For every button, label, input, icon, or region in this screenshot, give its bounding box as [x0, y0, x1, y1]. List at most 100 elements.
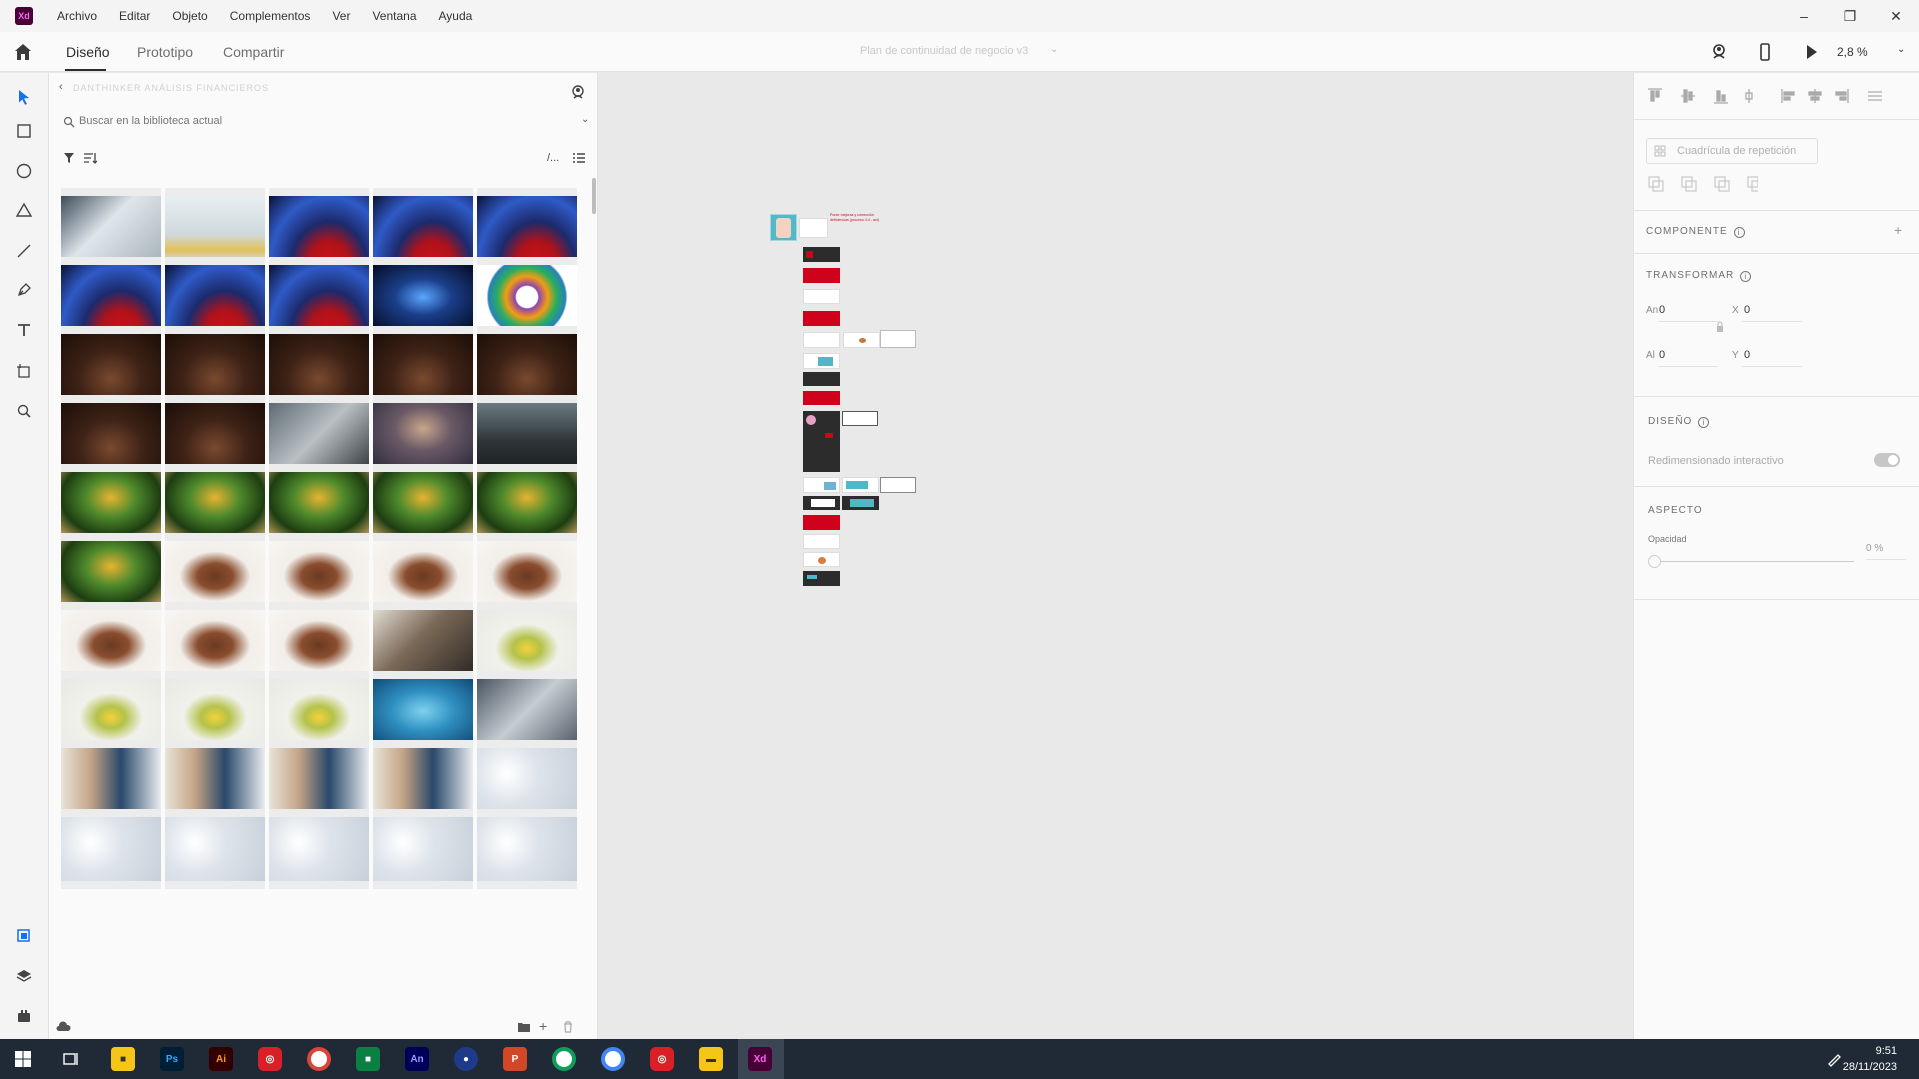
opacity-slider-handle[interactable] [1648, 555, 1661, 568]
y-field[interactable]: 0 [1744, 349, 1750, 361]
asset-thumbnail-sparkle[interactable] [477, 740, 577, 820]
artboard-thumbnail[interactable] [803, 372, 840, 386]
asset-thumbnail-lemon[interactable] [61, 671, 161, 751]
device-preview-icon[interactable] [1755, 42, 1775, 62]
asset-thumbnail-tree[interactable] [477, 464, 577, 544]
asset-thumbnail-office[interactable] [373, 740, 473, 820]
artboard-thumbnail[interactable] [803, 391, 840, 405]
trash-icon[interactable] [562, 1021, 574, 1036]
menu-editar[interactable]: Editar [119, 9, 150, 23]
restore-button[interactable]: ❐ [1827, 0, 1873, 32]
task-view-icon[interactable] [63, 1051, 79, 1070]
animate-icon[interactable]: An [405, 1047, 429, 1071]
menu-ver[interactable]: Ver [332, 9, 350, 23]
app-blue-icon[interactable]: ● [454, 1047, 478, 1071]
artboard-thumbnail[interactable] [803, 247, 840, 262]
pen-input-icon[interactable] [1826, 1051, 1842, 1070]
zoom-value[interactable]: 2,8 % [1837, 45, 1868, 59]
asset-thumbnail-coffee[interactable] [165, 326, 265, 406]
play-icon[interactable] [1801, 42, 1821, 62]
search-input[interactable] [79, 115, 559, 127]
artboard-thumbnail[interactable] [842, 496, 879, 510]
path-view-icon[interactable]: /... [547, 152, 559, 164]
menu-complementos[interactable]: Complementos [230, 9, 311, 23]
artboard-thumbnail[interactable] [803, 332, 840, 348]
libraries-icon[interactable] [12, 924, 36, 948]
asset-thumbnail-cake[interactable] [477, 533, 577, 613]
artboard-thumbnail[interactable] [842, 477, 879, 493]
artboard-thumbnail[interactable] [880, 477, 916, 493]
artboard-thumbnail[interactable] [803, 268, 840, 283]
tab-compartir[interactable]: Compartir [223, 44, 284, 60]
asset-thumbnail-cake[interactable] [165, 602, 265, 682]
asset-thumbnail-coffee[interactable] [61, 326, 161, 406]
lock-aspect-icon[interactable] [1715, 321, 1725, 336]
chrome-3-icon[interactable] [601, 1047, 625, 1071]
asset-thumbnail-coffee[interactable] [269, 326, 369, 406]
home-icon[interactable] [12, 42, 34, 62]
opacity-slider[interactable] [1648, 555, 1864, 569]
chevron-down-icon[interactable]: ⌄ [581, 114, 589, 125]
asset-thumbnail-tablet[interactable] [269, 395, 369, 475]
asset-thumbnail-lemon[interactable] [165, 671, 265, 751]
asset-thumbnail-robot[interactable] [373, 602, 473, 682]
asset-thumbnail-gauge[interactable] [269, 188, 369, 268]
asset-thumbnail-office[interactable] [269, 740, 369, 820]
select-icon[interactable] [12, 85, 36, 109]
chevron-down-icon[interactable]: ⌄ [1050, 44, 1058, 55]
artboard-thumbnail[interactable] [843, 332, 880, 348]
asset-thumbnail-tree[interactable] [269, 464, 369, 544]
asset-thumbnail-gauge[interactable] [165, 257, 265, 337]
library-scrollbar[interactable] [592, 178, 596, 214]
folder-icon[interactable] [517, 1021, 531, 1036]
asset-thumbnail-gauge[interactable] [477, 188, 577, 268]
artboard-thumbnail[interactable] [803, 411, 840, 472]
asset-thumbnail-cake[interactable] [269, 533, 369, 613]
asset-thumbnail-laptop[interactable] [61, 188, 161, 268]
asset-thumbnail-office[interactable] [61, 740, 161, 820]
chevron-down-icon[interactable]: ⌄ [1897, 44, 1905, 55]
tab-prototipo[interactable]: Prototipo [137, 44, 193, 60]
asset-thumbnail-cake[interactable] [269, 602, 369, 682]
artboard-thumbnail[interactable] [803, 571, 840, 586]
artboard-thumbnail[interactable] [803, 552, 840, 567]
windows-start-icon[interactable] [15, 1051, 31, 1070]
rectangle-icon[interactable] [12, 119, 36, 143]
photoshop-icon[interactable]: Ps [160, 1047, 184, 1071]
artboard-thumbnail[interactable] [880, 330, 916, 348]
asset-thumbnail-lemon[interactable] [269, 671, 369, 751]
menu-archivo[interactable]: Archivo [57, 9, 97, 23]
document-title[interactable]: Plan de continuidad de negocio v3 [860, 45, 1028, 57]
artboard-thumbnail[interactable] [803, 289, 840, 304]
asset-thumbnail-tree[interactable] [165, 464, 265, 544]
asset-thumbnail-tree[interactable] [61, 464, 161, 544]
artboard-thumbnail[interactable] [799, 218, 828, 238]
file-explorer-icon[interactable]: ▬ [699, 1047, 723, 1071]
powerpoint-icon[interactable]: P [503, 1047, 527, 1071]
filter-icon[interactable] [63, 152, 75, 167]
clock-date[interactable]: 28/11/2023 [1843, 1061, 1897, 1073]
back-chevron-icon[interactable]: ‹ [59, 81, 63, 93]
asset-thumbnail-people[interactable] [373, 395, 473, 475]
asset-thumbnail-cake[interactable] [373, 533, 473, 613]
asset-thumbnail-sparkle[interactable] [373, 809, 473, 889]
chrome-icon[interactable] [307, 1047, 331, 1071]
responsive-resize-toggle[interactable] [1874, 453, 1900, 467]
ellipse-icon[interactable] [12, 159, 36, 183]
zoom-icon[interactable] [12, 399, 36, 423]
asset-thumbnail-coffee[interactable] [477, 326, 577, 406]
asset-thumbnail-lemon[interactable] [477, 602, 577, 682]
height-field[interactable]: 0 [1659, 349, 1665, 361]
plugins-icon[interactable] [12, 1004, 36, 1028]
pen-icon[interactable] [12, 278, 36, 302]
repeat-grid-button[interactable]: Cuadrícula de repetición [1646, 138, 1818, 164]
minimize-button[interactable]: – [1781, 0, 1827, 32]
list-view-icon[interactable] [572, 152, 586, 167]
artboard-thumbnail[interactable] [803, 496, 840, 510]
creative-cloud-2-icon[interactable]: ◎ [650, 1047, 674, 1071]
close-button[interactable]: ✕ [1873, 0, 1919, 32]
sticky-notes-icon[interactable]: ■ [111, 1047, 135, 1071]
asset-thumbnail-coffee[interactable] [61, 395, 161, 475]
artboard-thumbnail[interactable] [770, 214, 797, 241]
asset-thumbnail-gauge[interactable] [373, 188, 473, 268]
